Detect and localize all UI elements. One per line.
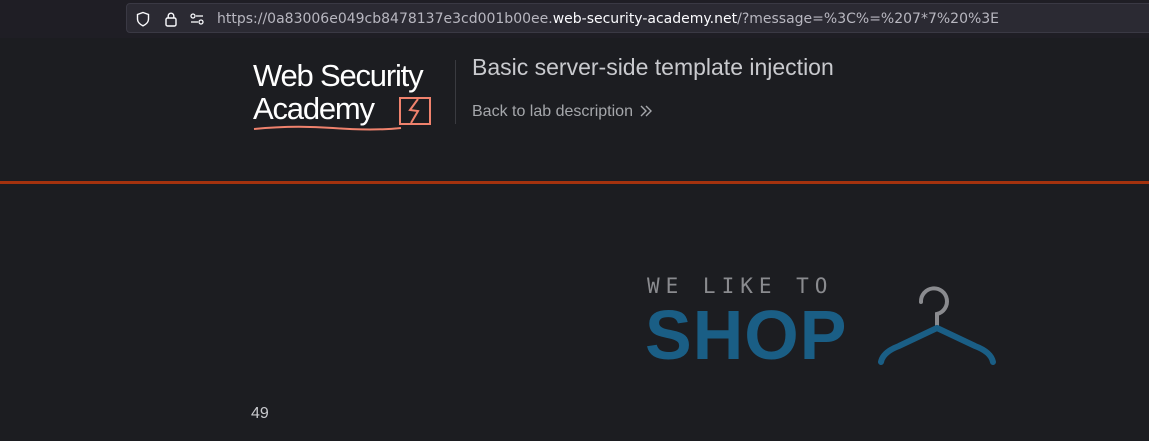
url-prefix: https://0a83006e049cb8478137e3cd001b00ee… xyxy=(217,11,553,27)
header-accent-rule xyxy=(0,181,1149,184)
url-suffix: /?message=%3C%=%207*7%20%3E xyxy=(737,11,1000,27)
lock-icon[interactable] xyxy=(163,11,179,27)
back-link-label: Back to lab description xyxy=(472,103,633,120)
shop-tagline: WE LIKE TO xyxy=(647,274,834,298)
shop-word: SHOP xyxy=(645,296,848,374)
header-divider xyxy=(455,60,456,124)
lab-title: Basic server-side template injection xyxy=(472,54,834,80)
web-security-academy-logo[interactable]: Web Security Academy xyxy=(253,60,453,132)
logo-line2: Academy xyxy=(253,91,375,126)
logo-underline xyxy=(253,125,402,131)
url-domain: web-security-academy.net xyxy=(552,11,738,27)
double-chevron-right-icon xyxy=(640,105,652,117)
browser-toolbar: https://0a83006e049cb8478137e3cd001b00ee… xyxy=(0,0,1149,38)
shield-icon[interactable] xyxy=(135,11,151,27)
lab-header: Web Security Academy Basic server-side t… xyxy=(0,38,1149,181)
back-to-lab-description-link[interactable]: Back to lab description xyxy=(472,103,653,121)
url-text[interactable]: https://0a83006e049cb8478137e3cd001b00ee… xyxy=(217,11,999,27)
permissions-icon[interactable] xyxy=(189,11,205,27)
address-bar[interactable]: https://0a83006e049cb8478137e3cd001b00ee… xyxy=(126,3,1149,33)
logo-bolt-icon xyxy=(399,97,431,125)
hanger-icon xyxy=(878,286,996,365)
logo-line1: Web Security xyxy=(253,58,424,93)
template-output: 49 xyxy=(251,405,269,422)
we-like-to-shop-logo[interactable]: WE LIKE TO SHOP xyxy=(645,272,1005,372)
